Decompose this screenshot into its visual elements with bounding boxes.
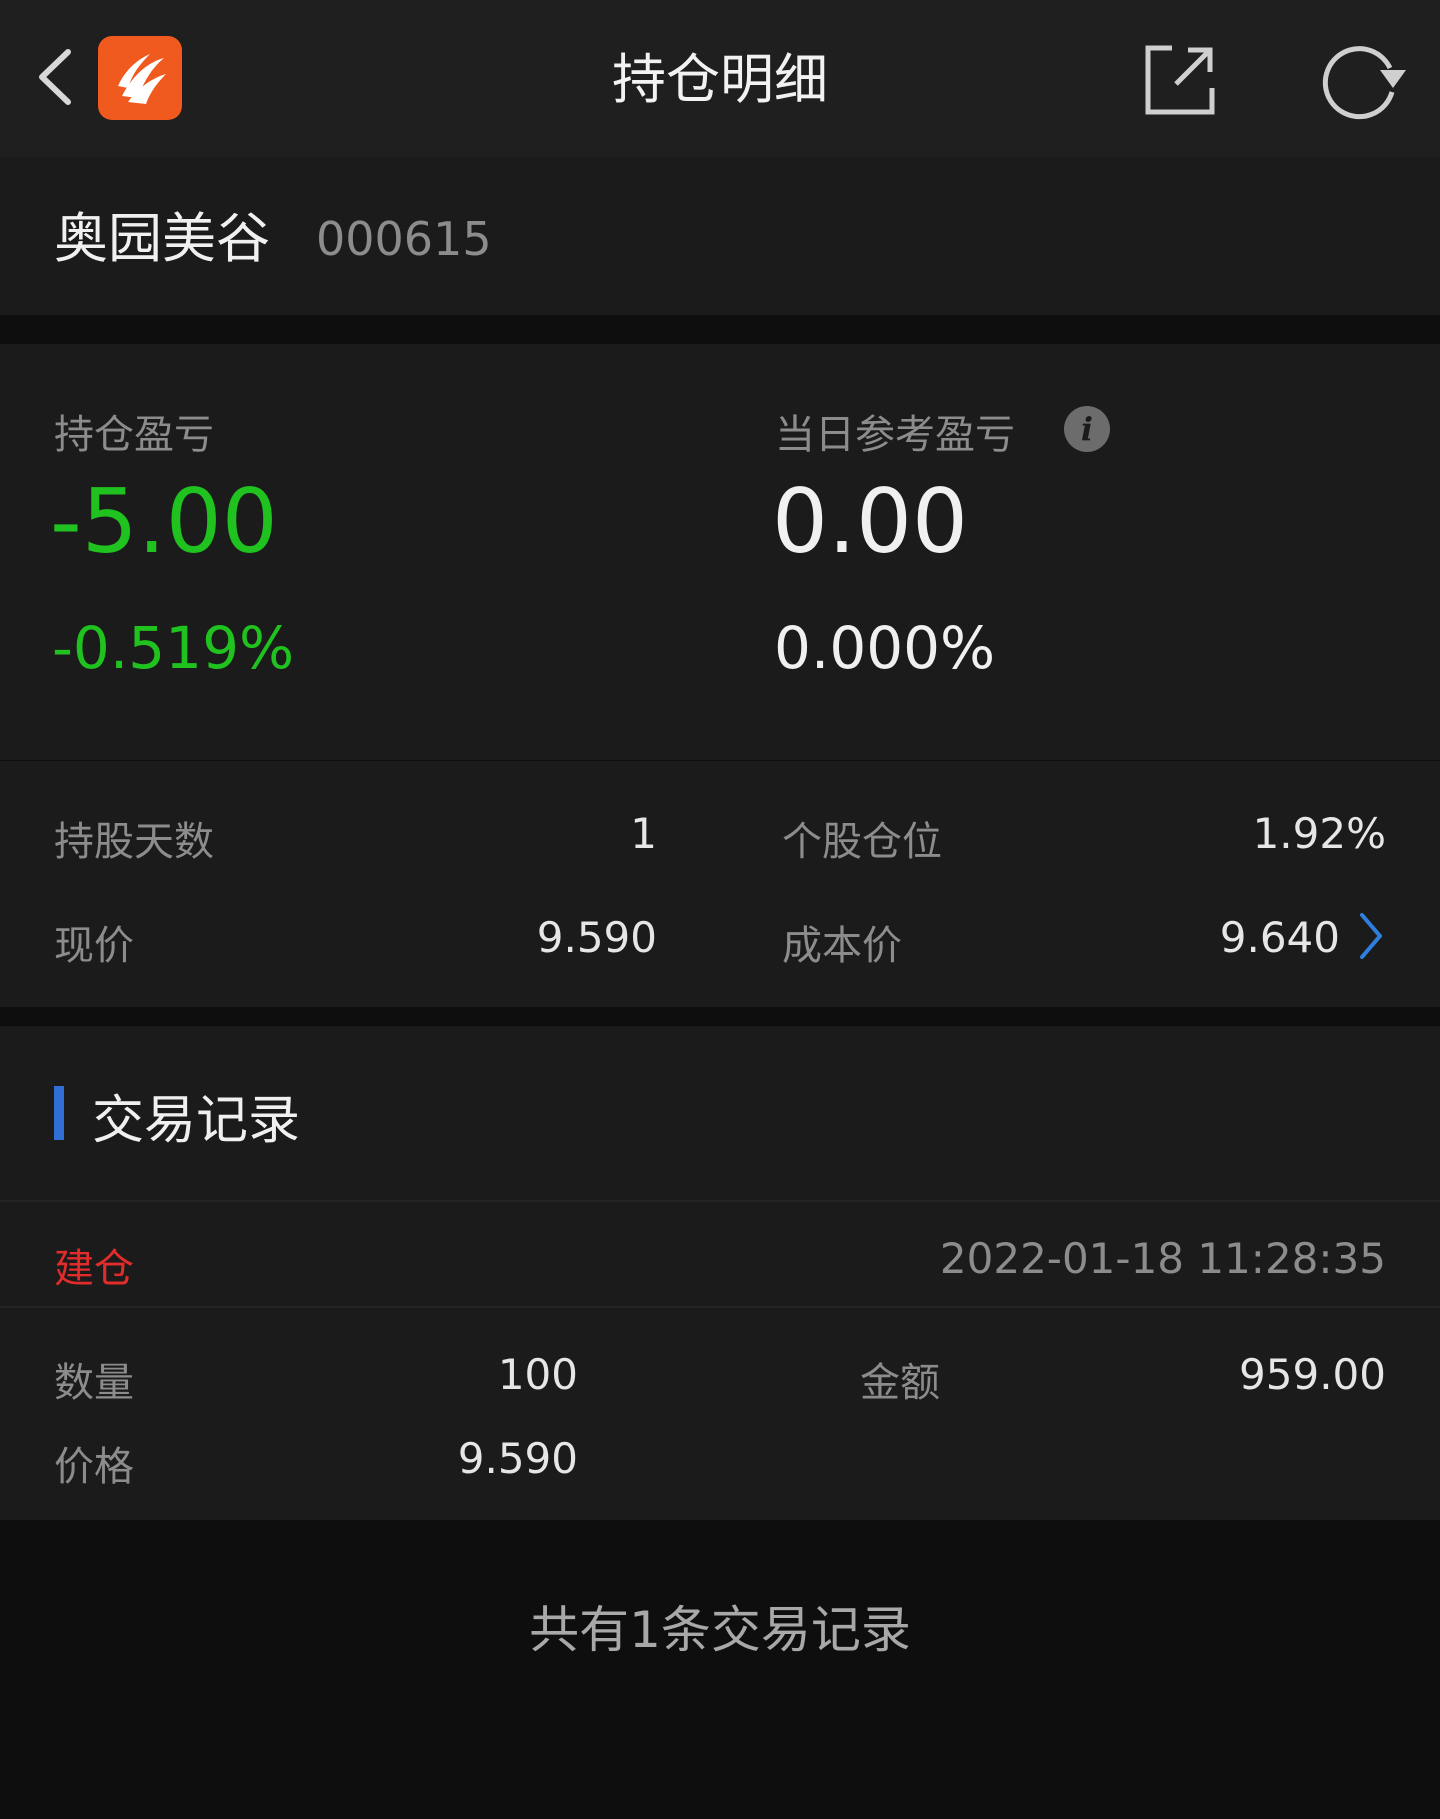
section-accent-bar — [54, 1086, 64, 1140]
daily-pl-value: 0.00 — [772, 470, 968, 573]
refresh-icon[interactable] — [1318, 38, 1408, 122]
record-price-label: 价格 — [54, 1444, 134, 1490]
record-price-value: 9.590 — [457, 1434, 578, 1483]
share-icon[interactable] — [1142, 42, 1218, 118]
stock-header: 奥园美谷 000615 — [0, 157, 1440, 315]
position-pl-value: -5.00 — [50, 470, 278, 573]
back-icon[interactable] — [30, 42, 80, 112]
hold-days-value: 1 — [630, 809, 657, 858]
info-icon[interactable]: i — [1064, 406, 1110, 452]
trade-records-title: 交易记录 — [92, 1091, 301, 1151]
daily-pl-label: 当日参考盈亏 — [775, 412, 1015, 458]
trade-records-panel: 交易记录 建仓 2022-01-18 11:28:35 数量 100 金额 95… — [0, 1026, 1440, 1520]
app-logo-icon[interactable] — [98, 36, 182, 120]
record-time: 2022-01-18 11:28:35 — [939, 1234, 1386, 1283]
chevron-right-icon[interactable] — [1356, 911, 1386, 961]
profit-loss-panel: 持仓盈亏 -5.00 -0.519% 当日参考盈亏 i 0.00 0.000% — [0, 344, 1440, 760]
hold-days-label: 持股天数 — [54, 819, 214, 865]
record-amount-value: 959.00 — [1239, 1350, 1386, 1399]
current-price-value: 9.590 — [536, 913, 657, 962]
position-ratio-label: 个股仓位 — [782, 819, 942, 865]
stock-code: 000615 — [316, 212, 492, 266]
record-amount-label: 金额 — [860, 1360, 940, 1406]
app-logo-glyph — [118, 54, 166, 104]
divider — [0, 1306, 1440, 1308]
records-summary: 共有1条交易记录 — [529, 1601, 911, 1659]
divider — [0, 1200, 1440, 1202]
position-pl-percent: -0.519% — [52, 614, 295, 682]
record-type: 建仓 — [54, 1246, 134, 1292]
position-pl-label: 持仓盈亏 — [54, 412, 214, 458]
stock-name: 奥园美谷 — [54, 207, 270, 270]
daily-pl-percent: 0.000% — [774, 614, 996, 682]
cost-price-label: 成本价 — [782, 923, 902, 969]
record-qty-label: 数量 — [54, 1360, 134, 1406]
position-stats-panel: 持股天数 1 个股仓位 1.92% 现价 9.590 成本价 9.640 — [0, 761, 1440, 1007]
current-price-label: 现价 — [54, 923, 134, 969]
position-ratio-value: 1.92% — [1252, 809, 1386, 858]
page-title: 持仓明细 — [612, 48, 828, 111]
header-bar: 持仓明细 — [0, 0, 1440, 157]
record-qty-value: 100 — [497, 1350, 578, 1399]
cost-price-value[interactable]: 9.640 — [1220, 913, 1340, 962]
